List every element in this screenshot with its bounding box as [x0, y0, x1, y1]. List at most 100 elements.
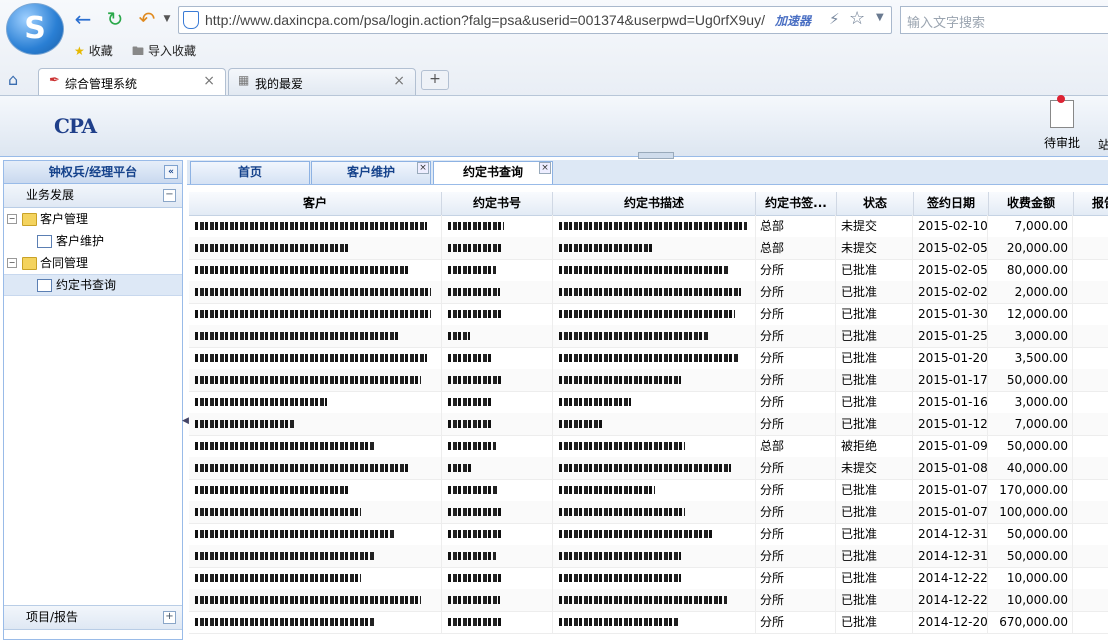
cell-status: 未提交	[837, 215, 913, 237]
section-project-report[interactable]: 项目/报告 +	[4, 605, 182, 630]
address-url[interactable]: http://www.daxincpa.com/psa/login.action…	[205, 12, 771, 28]
tab-home[interactable]: 首页	[190, 161, 310, 184]
close-icon[interactable]: ×	[203, 73, 215, 89]
cell-desc	[553, 545, 756, 567]
redacted-text	[559, 310, 735, 318]
bolt-icon[interactable]: ⚡︎	[829, 10, 840, 28]
table-row[interactable]: 总部 未提交 2015-02-05 20,000.00	[189, 237, 1108, 260]
redacted-text	[448, 332, 470, 340]
cell-no	[442, 325, 553, 347]
cell-date: 2015-01-08	[914, 457, 988, 479]
close-icon[interactable]: ×	[393, 73, 405, 89]
table-row[interactable]: 分所 已批准 2015-01-17 50,000.00	[189, 369, 1108, 392]
tab-label: 首页	[237, 165, 262, 179]
home-icon[interactable]: ⌂	[8, 70, 18, 89]
accelerator-button[interactable]: 加速器	[775, 12, 811, 29]
toolbar-partial-label[interactable]: 站	[1098, 136, 1108, 153]
tree-expand-icon[interactable]: −	[7, 214, 17, 224]
table-row[interactable]: 分所 已批准 2015-01-20 3,500.00	[189, 347, 1108, 370]
cell-no	[442, 611, 553, 633]
column-header-sign-date[interactable]: 签约日期	[914, 192, 989, 215]
table-row[interactable]: 分所 已批准 2014-12-22 10,000.00	[189, 567, 1108, 590]
expand-icon[interactable]: +	[163, 611, 176, 624]
column-header-fee-amount[interactable]: 收费金额	[989, 192, 1074, 215]
table-row[interactable]: 分所 已批准 2015-02-05 80,000.00	[189, 259, 1108, 282]
bookmark-import[interactable]: 🖿 导入收藏	[132, 42, 196, 63]
tree-expand-icon[interactable]: −	[7, 258, 17, 268]
table-row[interactable]: 分所 已批准 2015-01-12 7,000.00	[189, 413, 1108, 436]
cell-report	[1074, 457, 1108, 479]
collapse-icon[interactable]: −	[163, 189, 176, 202]
table-row[interactable]: 分所 已批准 2014-12-20 670,000.00	[189, 611, 1108, 634]
undo-dropdown-icon[interactable]: ▼	[156, 8, 178, 30]
address-dropdown-icon[interactable]: ▼	[876, 12, 884, 23]
back-arrow-icon[interactable]: ←	[72, 8, 94, 30]
new-tab-button[interactable]: +	[421, 70, 449, 90]
cell-amount: 50,000.00	[989, 545, 1073, 567]
browser-logo-icon[interactable]: S	[6, 3, 64, 55]
column-header-description[interactable]: 约定书描述	[553, 192, 756, 215]
bookmark-favorites[interactable]: ★ 收藏	[74, 42, 113, 59]
cell-desc	[553, 347, 756, 369]
tree-item-contract-management[interactable]: − 合同管理	[4, 252, 182, 274]
cell-status: 已批准	[837, 259, 913, 281]
close-icon[interactable]: ×	[417, 162, 429, 174]
cell-amount: 10,000.00	[989, 567, 1073, 589]
cell-amount: 80,000.00	[989, 259, 1073, 281]
cell-status: 已批准	[837, 413, 913, 435]
close-icon[interactable]: ×	[539, 162, 551, 174]
cell-report	[1074, 391, 1108, 413]
cell-date: 2015-01-20	[914, 347, 988, 369]
west-collapse-handle[interactable]: ◀	[182, 416, 189, 432]
tree-item-customer-maintenance[interactable]: 客户维护	[4, 230, 182, 252]
table-row[interactable]: 分所 已批准 2015-01-16 3,000.00	[189, 391, 1108, 414]
undo-icon[interactable]: ↶	[136, 8, 158, 30]
table-row[interactable]: 总部 未提交 2015-02-10 7,000.00	[189, 215, 1108, 238]
section-business-development[interactable]: 业务发展 −	[4, 184, 182, 208]
cell-amount: 100,000.00	[989, 501, 1073, 523]
table-row[interactable]: 分所 已批准 2015-01-07 100,000.00	[189, 501, 1108, 524]
column-header-client[interactable]: 客户	[189, 192, 442, 215]
redacted-text	[559, 244, 654, 252]
cell-report	[1074, 237, 1108, 259]
star-icon[interactable]: ☆	[849, 8, 865, 29]
table-row[interactable]: 总部 被拒绝 2015-01-09 50,000.00	[189, 435, 1108, 458]
tree-item-engagement-query[interactable]: 约定书查询	[4, 274, 182, 296]
tab-engagement-query[interactable]: 约定书查询 ×	[433, 161, 553, 184]
table-row[interactable]: 分所 已批准 2015-02-02 2,000.00	[189, 281, 1108, 304]
cell-desc	[553, 215, 756, 237]
table-row[interactable]: 分所 已批准 2015-01-25 3,000.00	[189, 325, 1108, 348]
column-header-report[interactable]: 报告	[1074, 192, 1108, 215]
cell-date: 2015-02-05	[914, 237, 988, 259]
cell-dept: 分所	[756, 281, 836, 303]
table-row[interactable]: 分所 未提交 2015-01-08 40,000.00	[189, 457, 1108, 480]
collapse-left-icon[interactable]: «	[164, 165, 178, 179]
table-row[interactable]: 分所 已批准 2014-12-22 10,000.00	[189, 589, 1108, 612]
tab-customer-maintenance[interactable]: 客户维护 ×	[311, 161, 431, 184]
cell-status: 已批准	[837, 281, 913, 303]
redacted-text	[448, 222, 504, 230]
address-bar[interactable]: http://www.daxincpa.com/psa/login.action…	[178, 6, 892, 34]
cell-dept: 分所	[756, 589, 836, 611]
redacted-text	[559, 552, 681, 560]
table-row[interactable]: 分所 已批准 2015-01-30 12,000.00	[189, 303, 1108, 326]
search-input[interactable]: 输入文字搜索	[900, 6, 1108, 34]
cell-report	[1074, 303, 1108, 325]
tab-management-system[interactable]: ✒ 综合管理系统 ×	[38, 68, 226, 95]
tree-item-customer-management[interactable]: − 客户管理	[4, 208, 182, 230]
redacted-text	[559, 266, 729, 274]
north-collapse-handle[interactable]	[638, 152, 674, 159]
table-row[interactable]: 分所 已批准 2014-12-31 50,000.00	[189, 523, 1108, 546]
cell-desc	[553, 237, 756, 259]
table-row[interactable]: 分所 已批准 2015-01-07 170,000.00	[189, 479, 1108, 502]
column-header-status[interactable]: 状态	[837, 192, 914, 215]
column-header-engagement-no[interactable]: 约定书号	[442, 192, 553, 215]
tab-favorites[interactable]: ▦ 我的最爱 ×	[228, 68, 416, 95]
cell-client	[189, 237, 442, 259]
pending-approval-button[interactable]: 待审批	[1038, 95, 1086, 151]
column-header-signing-dept[interactable]: 约定书签...	[756, 192, 837, 215]
table-row[interactable]: 分所 已批准 2014-12-31 50,000.00	[189, 545, 1108, 568]
refresh-icon[interactable]: ↻	[104, 8, 126, 30]
cell-no	[442, 589, 553, 611]
tree-label: 合同管理	[40, 256, 89, 270]
